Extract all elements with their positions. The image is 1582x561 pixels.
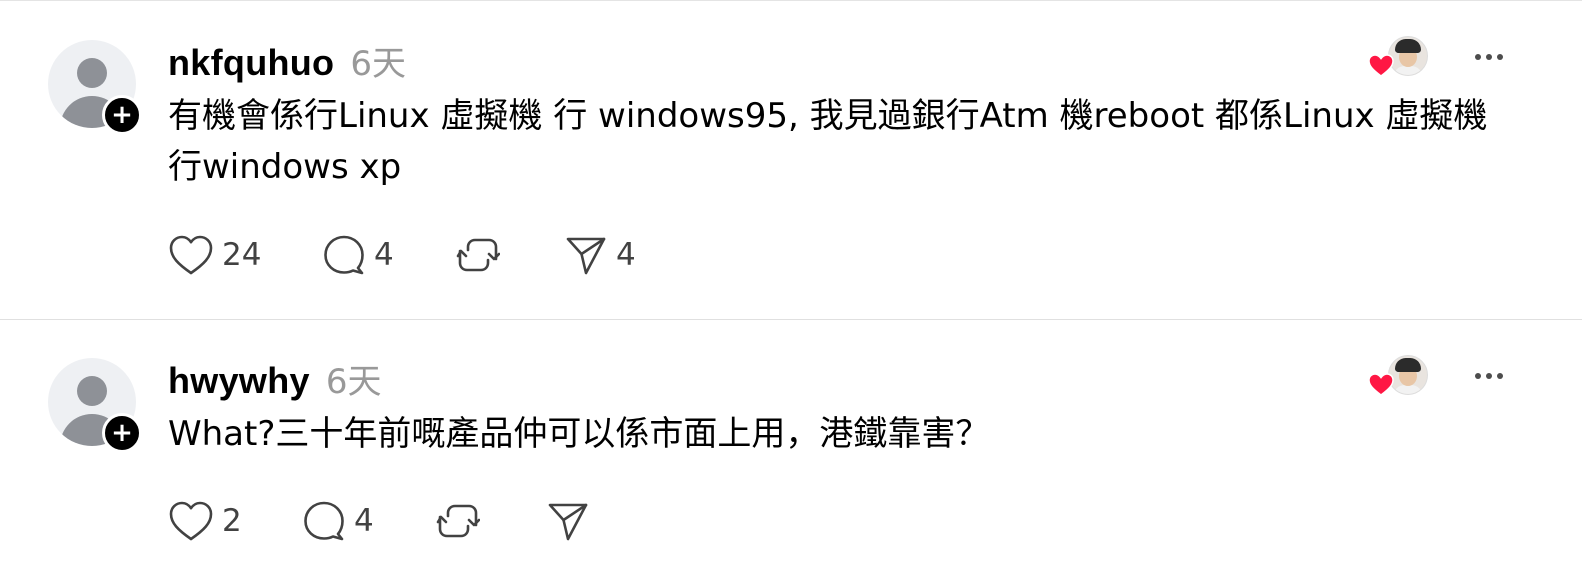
post-header: nkfquhuo 6天 [168,36,406,85]
avatar-head [77,376,107,406]
post-text: 有機會係行Linux 虛擬機 行 windows95, 我見過銀行Atm 機re… [168,96,1488,187]
reply-button[interactable]: 4 [302,498,374,544]
more-dots-icon [1497,373,1503,379]
timestamp[interactable]: 6天 [326,354,382,403]
more-dots-icon [1475,373,1481,379]
follow-plus-icon[interactable]: + [102,95,142,135]
avatar-head [77,58,107,88]
reply-post: + nkfquhuo 6天 有機會係行Linux 虛擬機 行 windows95… [0,0,1582,319]
like-button[interactable]: 2 [168,498,242,544]
comment-bubble-icon [304,501,344,541]
repost-icon [436,504,480,538]
liked-by-author-indicator [1368,36,1428,80]
heart-icon [169,235,213,275]
like-count: 2 [222,503,242,539]
author-avatar[interactable]: + [48,40,142,135]
send-icon [548,503,588,541]
username[interactable]: hwywhy [168,360,310,402]
more-dots-icon [1486,373,1492,379]
repost-button[interactable] [456,232,500,278]
more-dots-icon [1486,54,1492,60]
reply-count: 4 [374,237,394,273]
reply-button[interactable]: 4 [322,232,394,278]
heart-icon [169,501,213,541]
repost-icon [456,238,500,272]
like-button[interactable]: 24 [168,232,261,278]
thread-replies-feed: + nkfquhuo 6天 有機會係行Linux 虛擬機 行 windows95… [0,0,1582,561]
heart-badge-icon [1368,54,1394,77]
send-icon [566,237,606,275]
more-options-button[interactable] [1466,42,1512,72]
like-count: 24 [222,237,262,273]
liker-shirt [1393,66,1423,75]
timestamp[interactable]: 6天 [350,36,406,85]
liked-by-avatar [1388,36,1428,76]
liker-hair [1395,358,1421,372]
share-button[interactable] [546,498,598,544]
liker-hair [1395,39,1421,53]
more-options-button[interactable] [1466,361,1512,391]
follow-plus-icon[interactable]: + [102,413,142,453]
more-dots-icon [1497,54,1503,60]
post-actions: 2 4 [168,498,768,544]
post-text: What?三十年前嘅產品仲可以係市面上用，港鐵靠害？ [168,414,990,454]
liked-by-avatar [1388,355,1428,395]
username[interactable]: nkfquhuo [168,42,334,84]
reply-post: + hwywhy 6天 What?三十年前嘅產品仲可以係市面上用，港鐵靠害？ 2… [0,320,1582,561]
share-button[interactable]: 4 [564,232,636,278]
post-actions: 24 4 4 [168,232,768,278]
comment-bubble-icon [324,235,364,275]
author-avatar[interactable]: + [48,358,142,453]
post-header: hwywhy 6天 [168,354,381,403]
repost-button[interactable] [436,498,480,544]
more-dots-icon [1475,54,1481,60]
liker-shirt [1393,385,1423,394]
share-count: 4 [616,237,636,273]
heart-badge-icon [1368,373,1394,396]
liked-by-author-indicator [1368,355,1428,399]
reply-count: 4 [354,503,374,539]
